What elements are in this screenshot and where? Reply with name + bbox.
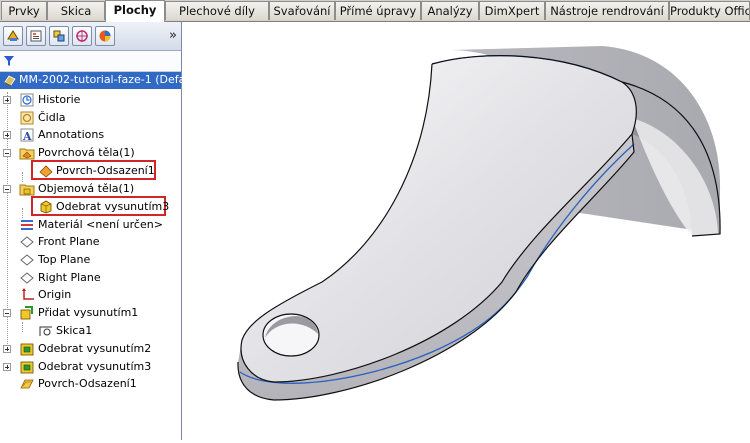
tree-item-label: Odebrat vysunutím2	[38, 342, 152, 355]
3d-model[interactable]	[182, 22, 750, 440]
part-icon	[4, 75, 16, 87]
solid-bodies-folder-icon	[19, 184, 35, 196]
plane-icon	[20, 272, 34, 284]
offset-surface-icon	[20, 379, 34, 389]
chevron-more-icon[interactable]: »	[169, 28, 177, 43]
panel-toolbar: »	[0, 22, 181, 51]
tree-item-cidla[interactable]: Čidla	[0, 110, 181, 127]
surface-body-icon	[39, 165, 53, 178]
tree-item-label: Objemová těla(1)	[38, 182, 135, 195]
tree-item-label: Povrch-Odsazení1	[56, 164, 155, 177]
expand-plus-icon[interactable]	[3, 345, 11, 353]
tree-item-povrch-odsazeni-feature[interactable]: Povrch-Odsazení1	[0, 376, 181, 393]
tab-produkty-office[interactable]: Produkty Office	[669, 1, 750, 20]
material-icon	[21, 220, 33, 230]
boss-extrude-icon	[20, 306, 33, 320]
tree-root-label: MM-2002-tutorial-faze-1 (Defa	[19, 73, 186, 86]
tree-item-label: Povrchová těla(1)	[38, 146, 135, 159]
tab-nastroje-rendrovani[interactable]: Nástroje rendrování	[545, 1, 669, 20]
sketch-icon	[39, 326, 52, 336]
plane-icon	[20, 254, 34, 266]
tab-dimxpert[interactable]: DimXpert	[479, 1, 545, 20]
tree-item-annotations[interactable]: A Annotations	[0, 127, 181, 144]
tree-item-label: Čidla	[38, 111, 66, 124]
tree-item-odebrat-vysunutim2[interactable]: Odebrat vysunutím2	[0, 341, 181, 358]
graphics-viewport[interactable]	[182, 22, 750, 440]
tab-skica[interactable]: Skica	[47, 1, 105, 20]
annotations-icon: A	[20, 128, 34, 143]
tree-item-label: Přidat vysunutím1	[38, 306, 139, 319]
tree-item-solid-body[interactable]: Odebrat vysunutím3	[0, 199, 181, 216]
origin-icon	[22, 288, 34, 300]
sensors-icon	[20, 111, 34, 125]
collapse-minus-icon[interactable]	[3, 185, 11, 193]
tree-item-label: Origin	[38, 288, 72, 301]
tree-item-label: Skica1	[56, 324, 93, 337]
tab-svarovani[interactable]: Svařování	[269, 1, 335, 20]
command-manager-tabs: Prvky Skica Plochy Plechové díly Svařová…	[0, 0, 750, 22]
tree-item-front-plane[interactable]: Front Plane	[0, 234, 181, 251]
tree-item-label: Historie	[38, 93, 81, 106]
tab-analyzy[interactable]: Analýzy	[421, 1, 479, 20]
dimxpert-manager-icon[interactable]	[72, 26, 92, 46]
tree-item-label: Odebrat vysunutím3	[38, 360, 152, 373]
tree-item-right-plane[interactable]: Right Plane	[0, 270, 181, 287]
filter-icon[interactable]	[4, 56, 14, 66]
configuration-manager-icon[interactable]	[49, 26, 69, 46]
tree-root-part[interactable]: MM-2002-tutorial-faze-1 (Defa	[0, 72, 185, 89]
tree-item-skica1[interactable]: Skica1	[0, 323, 181, 340]
tree-item-label: Annotations	[38, 128, 105, 141]
tab-prvky[interactable]: Prvky	[1, 1, 47, 20]
tree-item-label: Right Plane	[38, 271, 101, 284]
tree-item-label: Povrch-Odsazení1	[38, 377, 137, 390]
svg-text:A: A	[22, 130, 32, 143]
tree-item-label: Odebrat vysunutím3	[56, 200, 170, 213]
tree-item-povrch-odsazeni-body[interactable]: Povrch-Odsazení1	[0, 163, 181, 180]
history-icon	[20, 93, 34, 107]
tree-item-historie[interactable]: Historie	[0, 92, 181, 109]
feature-manager-icon[interactable]	[3, 26, 23, 46]
expand-plus-icon[interactable]	[3, 363, 11, 371]
surface-bodies-folder-icon	[19, 148, 35, 160]
expand-plus-icon[interactable]	[3, 96, 11, 104]
tree-item-pridat-vysunutim1[interactable]: Přidat vysunutím1	[0, 305, 181, 322]
tree-item-label: Materiál <není určen>	[38, 218, 163, 231]
property-manager-icon[interactable]	[26, 26, 46, 46]
expand-plus-icon[interactable]	[3, 131, 11, 139]
collapse-minus-icon[interactable]	[3, 309, 11, 317]
filter-bar[interactable]	[0, 51, 181, 72]
tree-item-odebrat-vysunutim3[interactable]: Odebrat vysunutím3	[0, 359, 181, 376]
tree-item-origin[interactable]: Origin	[0, 287, 181, 304]
tree-item-top-plane[interactable]: Top Plane	[0, 252, 181, 269]
feature-manager-panel: » MM-2002-tutorial-faze-1 (Defa Historie…	[0, 22, 185, 440]
cut-extrude-icon	[20, 361, 34, 374]
tab-plochy[interactable]: Plochy	[105, 0, 165, 22]
tab-prime-upravy[interactable]: Přímé úpravy	[335, 1, 421, 20]
collapse-minus-icon[interactable]	[3, 149, 11, 157]
solid-body-icon	[40, 200, 52, 214]
tree-item-material[interactable]: Materiál <není určen>	[0, 217, 181, 234]
display-manager-icon[interactable]	[95, 26, 115, 46]
tree-item-label: Front Plane	[38, 235, 100, 248]
tree-item-label: Top Plane	[38, 253, 91, 266]
cut-extrude-icon	[20, 343, 34, 356]
plane-icon	[20, 236, 34, 248]
tab-plechove-dily[interactable]: Plechové díly	[165, 1, 269, 20]
